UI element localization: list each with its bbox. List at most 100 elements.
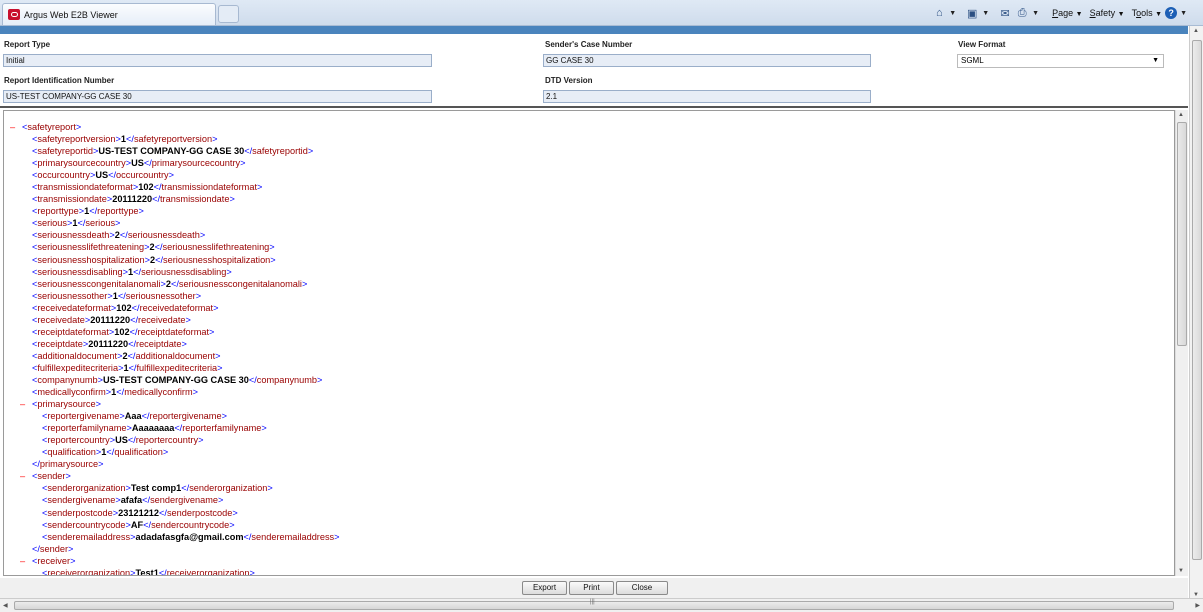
collapse-toggle-icon[interactable]: – (10, 121, 22, 133)
xml-bracket: > (217, 362, 223, 373)
close-button[interactable]: Close (616, 581, 668, 595)
xml-tag-name: senderpostcode (166, 507, 233, 518)
chevron-down-icon: ▼ (1152, 57, 1159, 64)
tools-menu[interactable]: Tools ▼ (1132, 8, 1162, 18)
collapse-toggle-icon[interactable]: – (20, 555, 32, 567)
xml-tag-name: sender (37, 471, 66, 482)
xml-tag-name: sendercountrycode (151, 519, 230, 530)
page-scrollbar[interactable]: ▲ ▼ (1189, 26, 1203, 600)
xml-line[interactable]: – <primarysource> (10, 398, 340, 410)
xml-viewer-scroll-thumb[interactable] (1177, 122, 1187, 346)
xml-tag-name: companynumb (37, 374, 98, 385)
xml-bracket: > (249, 567, 255, 576)
xml-viewer[interactable]: – <safetyreport> <safetyreportversion>1</s… (3, 110, 1175, 576)
dtd-version-field[interactable]: 2.1 (543, 90, 871, 103)
xml-bracket: > (213, 302, 219, 313)
xml-tag-name: receivedate (37, 314, 85, 325)
print-dropdown-icon[interactable]: ▼ (1032, 10, 1039, 17)
xml-line: <receivedateformat>102</receivedateforma… (10, 302, 340, 314)
xml-bracket: </ (142, 495, 151, 506)
collapse-toggle-icon[interactable]: – (20, 470, 32, 482)
home-dropdown-icon[interactable]: ▼ (949, 10, 956, 17)
tab-title: Argus Web E2B Viewer (24, 9, 118, 20)
xml-line: <occurcountry>US</occurcountry> (10, 169, 340, 181)
xml-tag-name: safetyreportid (252, 146, 308, 157)
xml-tag-name: reportergivename (149, 411, 222, 422)
xml-value: 20111220 (112, 194, 153, 205)
xml-viewer-scrollbar[interactable]: ▲ ▼ (1175, 110, 1188, 576)
xml-line: <primarysourcecountry>US</primarysourcec… (10, 157, 340, 169)
safety-menu[interactable]: Safety ▼ (1090, 8, 1125, 18)
xml-tag-name: qualification (114, 447, 163, 458)
oracle-logo-icon (8, 9, 20, 20)
xml-line[interactable]: – <sender> (10, 470, 340, 482)
xml-bracket: </ (181, 483, 190, 494)
xml-line[interactable]: – <safetyreport> (10, 121, 340, 133)
xml-tag-name: occurcountry (116, 170, 169, 181)
xml-value: Test1 (135, 567, 159, 576)
xml-value: 20111220 (90, 314, 131, 325)
xml-tag-name: reporterfamilyname (182, 423, 262, 434)
xml-tag-name: senderpostcode (47, 507, 113, 518)
help-icon[interactable]: ? (1165, 7, 1178, 19)
xml-tag-name: transmissiondateformat (37, 182, 133, 193)
xml-bracket: </ (155, 254, 164, 265)
xml-bracket: </ (32, 459, 40, 470)
page-scroll-up-icon[interactable]: ▲ (1193, 28, 1199, 34)
xml-bracket: > (95, 399, 101, 410)
xml-bracket: > (192, 387, 199, 398)
xml-tag-name: senderorganization (47, 483, 126, 494)
home-icon[interactable]: ⌂ (932, 6, 946, 20)
export-button[interactable]: Export (522, 581, 567, 595)
xml-bracket: > (68, 543, 74, 554)
feeds-icon[interactable]: ▣ (965, 6, 979, 20)
browser-tab[interactable]: Argus Web E2B Viewer (2, 3, 216, 25)
scroll-left-icon[interactable]: ◀ (3, 602, 8, 609)
xml-value: 102 (116, 302, 132, 313)
print-icon[interactable]: ⎙ (1015, 6, 1029, 20)
new-tab-button[interactable] (218, 5, 239, 23)
xml-bracket: </ (108, 170, 117, 181)
xml-line: <seriousnessdeath>2</seriousnessdeath> (10, 229, 340, 241)
mail-icon[interactable]: ✉ (998, 6, 1012, 20)
xml-tag-name: seriousnessdeath (127, 230, 200, 241)
view-format-select[interactable]: SGML ▼ (957, 54, 1164, 68)
xml-bracket: > (218, 495, 224, 506)
xml-value: 102 (138, 182, 154, 193)
xml-bracket: </ (89, 206, 98, 217)
xml-bracket: </ (126, 134, 134, 145)
xml-bracket: > (307, 146, 314, 157)
xml-tag-name: senderemailaddress (251, 531, 335, 542)
senders-case-field[interactable]: GG CASE 30 (543, 54, 871, 67)
xml-tag-name: seriousnesscongenitalanomali (178, 278, 302, 289)
report-id-field[interactable]: US-TEST COMPANY-GG CASE 30 (3, 90, 432, 103)
xml-bracket: > (229, 519, 235, 530)
horizontal-scrollbar[interactable]: ◀ ||| ▶ (0, 598, 1203, 612)
print-button[interactable]: Print (569, 581, 614, 595)
xml-tree: – <safetyreport> <safetyreportversion>1</s… (10, 121, 340, 576)
scroll-right-icon[interactable]: ▶ (1195, 602, 1200, 609)
xml-bracket: > (232, 507, 238, 518)
xml-tag-name: serious (37, 218, 67, 229)
xml-bracket: </ (117, 290, 126, 301)
feeds-dropdown-icon[interactable]: ▼ (982, 10, 989, 17)
senders-case-label: Sender's Case Number (545, 40, 633, 49)
xml-line[interactable]: – <receiver> (10, 555, 340, 567)
collapse-toggle-icon[interactable]: – (20, 398, 32, 410)
page-scroll-thumb[interactable] (1192, 40, 1202, 560)
xml-bracket: > (215, 350, 221, 361)
xml-tag-name: medicallyconfirm (37, 387, 106, 398)
help-dropdown-icon[interactable]: ▼ (1180, 10, 1187, 17)
scroll-up-icon[interactable]: ▲ (1178, 112, 1184, 118)
xml-line: <transmissiondateformat>102</transmissio… (10, 181, 340, 193)
xml-line: <seriousnesscongenitalanomali>2</serious… (10, 278, 340, 290)
xml-value: Aaa (124, 411, 142, 422)
xml-tag-name: senderorganization (189, 483, 268, 494)
xml-bracket: > (269, 242, 275, 253)
report-type-field[interactable]: Initial (3, 54, 432, 67)
xml-bracket: </ (129, 326, 138, 337)
xml-bracket: > (65, 471, 71, 482)
scroll-down-icon[interactable]: ▼ (1178, 568, 1184, 574)
page-menu[interactable]: Page ▼ (1052, 8, 1083, 18)
xml-bracket: > (261, 423, 267, 434)
